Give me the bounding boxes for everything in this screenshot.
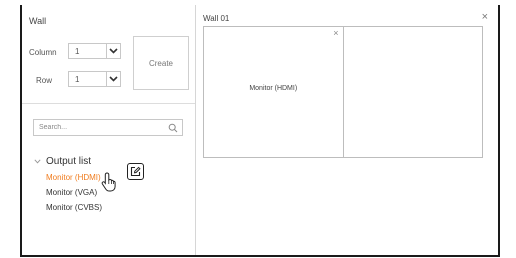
output-item-cvbs[interactable]: Monitor (CVBS): [46, 203, 102, 212]
mouse-cursor-icon: [100, 171, 120, 198]
row-value: 1: [75, 74, 80, 84]
chevron-down-icon: [106, 72, 120, 86]
close-icon[interactable]: ×: [333, 29, 338, 38]
wall-cell[interactable]: × Monitor (HDMI): [204, 27, 343, 157]
search-field[interactable]: [33, 119, 183, 136]
wall-cell[interactable]: [342, 27, 483, 157]
search-icon[interactable]: [168, 123, 178, 135]
wall-name-title: Wall 01: [203, 14, 230, 23]
wall-grid: × Monitor (HDMI): [203, 26, 483, 158]
column-value: 1: [75, 46, 80, 56]
create-button[interactable]: Create: [133, 36, 189, 90]
column-label: Column: [29, 48, 57, 57]
output-list-toggle[interactable]: Output list: [34, 156, 91, 167]
wall-cell-label: Monitor (HDMI): [249, 85, 298, 92]
output-item-vga[interactable]: Monitor (VGA): [46, 188, 97, 197]
row-label: Row: [36, 76, 53, 85]
column-select[interactable]: 1: [68, 43, 121, 59]
output-item-hdmi[interactable]: Monitor (HDMI): [46, 173, 101, 182]
chevron-down-icon: [106, 44, 120, 58]
chevron-down-icon: [34, 159, 41, 164]
wall-settings-panel: Wall Column 1 Row 1 Create Search... Out…: [22, 5, 196, 255]
edit-icon[interactable]: [127, 163, 144, 180]
wall-configuration-window: Wall Column 1 Row 1 Create Search... Out…: [20, 5, 500, 257]
output-list-title: Output list: [46, 156, 92, 167]
wall-heading: Wall: [29, 16, 47, 26]
section-divider: [22, 103, 195, 104]
wall-layout-panel: Wall 01 × × Monitor (HDMI): [196, 5, 498, 255]
row-select[interactable]: 1: [68, 71, 121, 87]
search-input[interactable]: [34, 123, 161, 132]
close-icon[interactable]: ×: [482, 12, 488, 23]
